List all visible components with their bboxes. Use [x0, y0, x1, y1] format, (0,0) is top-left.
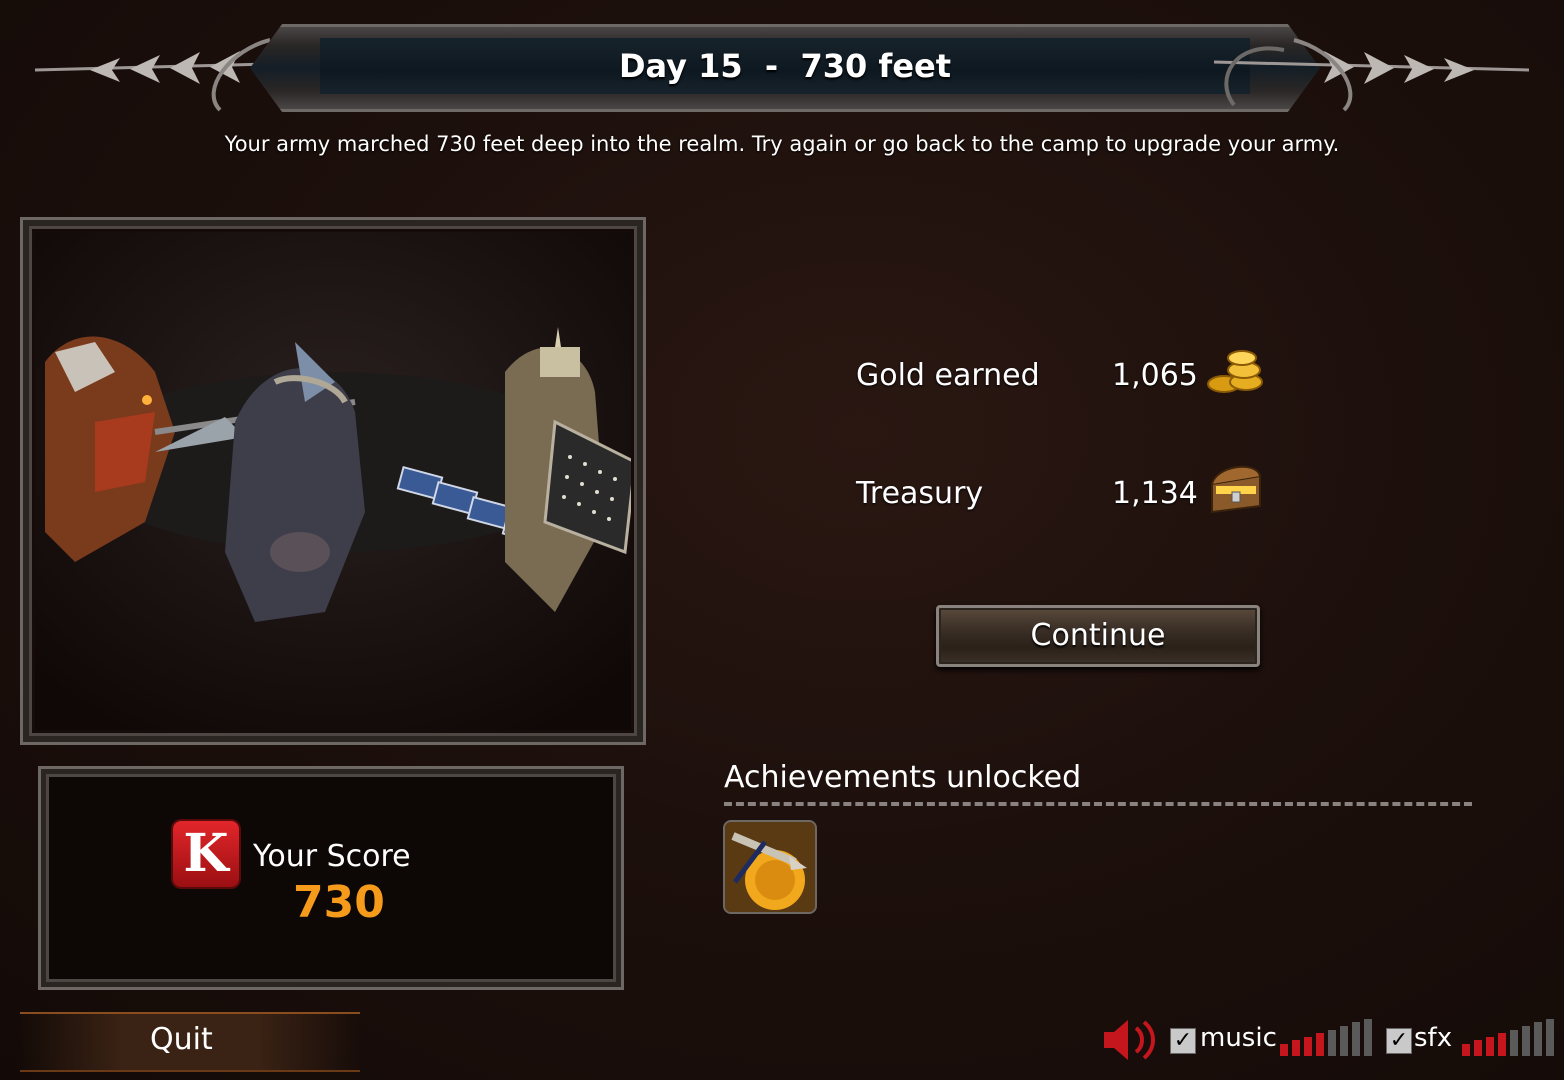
volume-bar-segment[interactable] [1304, 1036, 1312, 1056]
treasury-value: 1,134 [1112, 476, 1198, 511]
volume-bar-segment[interactable] [1340, 1026, 1348, 1056]
treasure-chest-icon [1211, 465, 1261, 514]
kongregate-logo-icon: K [173, 821, 239, 887]
volume-bar-segment[interactable] [1486, 1036, 1494, 1056]
volume-bar-segment[interactable] [1316, 1033, 1324, 1056]
volume-bar-segment[interactable] [1462, 1044, 1470, 1056]
music-label: music [1200, 1023, 1277, 1053]
volume-bar-segment[interactable] [1522, 1026, 1530, 1056]
achievements-divider [724, 802, 1472, 806]
music-checkbox[interactable]: ✓ [1170, 1028, 1196, 1054]
volume-bar-segment[interactable] [1498, 1033, 1506, 1056]
volume-bar-segment[interactable] [1328, 1029, 1336, 1056]
volume-bar-segment[interactable] [1292, 1040, 1300, 1056]
battle-artwork-frame [20, 217, 646, 745]
result-message: Your army marched 730 feet deep into the… [224, 132, 1340, 156]
gold-coins-icon [1207, 350, 1263, 393]
score-panel: K Your Score 730 [38, 766, 624, 990]
score-value: 730 [293, 877, 385, 928]
right-laurel-ornament [1213, 38, 1530, 112]
sfx-checkbox[interactable]: ✓ [1386, 1028, 1412, 1054]
battle-artwork [35, 232, 631, 730]
volume-bar-segment[interactable] [1534, 1022, 1542, 1056]
gold-earned-label: Gold earned [856, 358, 1040, 393]
music-volume-slider[interactable] [1280, 1016, 1376, 1056]
volume-bar-segment[interactable] [1474, 1040, 1482, 1056]
volume-bar-segment[interactable] [1510, 1029, 1518, 1056]
achievements-title: Achievements unlocked [724, 760, 1082, 795]
volume-bar-segment[interactable] [1352, 1022, 1360, 1056]
sfx-volume-slider[interactable] [1462, 1016, 1558, 1056]
volume-bar-segment[interactable] [1546, 1018, 1554, 1056]
gold-earned-value: 1,065 [1112, 358, 1198, 393]
page-title: Day 15 - 730 feet [618, 47, 952, 85]
speaker-icon[interactable] [1100, 1014, 1164, 1066]
achievement-badge-art [725, 822, 815, 912]
achievement-badge-icon[interactable] [723, 820, 817, 914]
treasury-label: Treasury [856, 476, 984, 511]
continue-button[interactable]: Continue [936, 605, 1260, 667]
header-banner: Day 15 - 730 feet [0, 0, 1564, 120]
score-label: Your Score [253, 839, 411, 874]
sfx-label: sfx [1414, 1023, 1453, 1053]
quit-button[interactable]: Quit [150, 1022, 213, 1057]
volume-bar-segment[interactable] [1280, 1044, 1288, 1056]
volume-bar-segment[interactable] [1364, 1018, 1372, 1056]
